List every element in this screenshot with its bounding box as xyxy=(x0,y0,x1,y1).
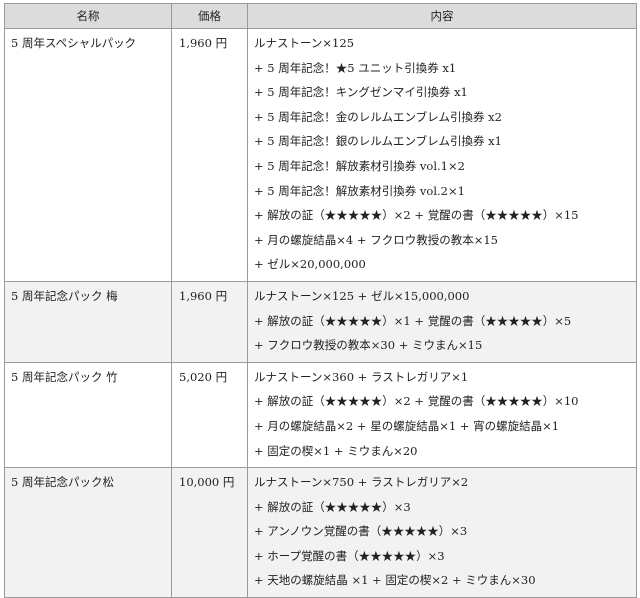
content-line: + ホープ覚醒の書（★★★★★）×3 xyxy=(254,548,445,563)
pack-name: 5 周年スペシャルパック xyxy=(4,28,172,282)
content-line: + 天地の螺旋結晶 ×1 + 固定の楔×2 + ミウまん×30 xyxy=(254,573,536,588)
content-line: + 5 周年記念！キングゼンマイ引換券 x1 xyxy=(254,85,468,100)
table-row: 5 周年スペシャルパック 1,960 円ルナストーン×125 + 5 周年記念！★5… xyxy=(4,28,637,282)
pack-content: ルナストーン×125 + 5 周年記念！★5 ユニット引換券 x1 + 5 周年記念… xyxy=(247,28,637,282)
content-line: + 5 周年記念！金のレルムエンブレム引換券 x2 xyxy=(254,109,502,124)
table-row: 5 周年記念パック 竹 5,020 円ルナストーン×360 + ラストレガリア×1… xyxy=(4,361,637,469)
content-line: + アンノウン覚醒の書（★★★★★）×3 xyxy=(254,524,468,539)
pack-table-container: 名称 価格 内容 5 周年スペシャルパック 1,960 円ルナストーン×125 + … xyxy=(4,3,637,598)
pack-price: 5,020 円 xyxy=(171,361,248,469)
content-line: + 解放の証（★★★★★）×1 + 覚醒の書（★★★★★）×5 xyxy=(254,313,572,328)
pack-name: 5 周年記念パック 梅 xyxy=(4,280,172,363)
content-line: + 解放の証（★★★★★）×3 xyxy=(254,499,411,514)
pack-content: ルナストーン×360 + ラストレガリア×1 + 解放の証（★★★★★）×2 + … xyxy=(247,361,637,469)
content-line: + 5 周年記念！解放素材引換券 vol.2×1 xyxy=(254,183,465,198)
content-line: + 5 周年記念！解放素材引換券 vol.1×2 xyxy=(254,158,465,173)
pack-table: 名称 価格 内容 5 周年スペシャルパック 1,960 円ルナストーン×125 + … xyxy=(4,3,637,598)
header-name: 名称 xyxy=(4,3,172,29)
content-line: ルナストーン×750 + ラストレガリア×2 xyxy=(254,475,469,490)
pack-name: 5 周年記念パック 竹 xyxy=(4,361,172,469)
content-line: + 月の螺旋結晶×4 + フクロウ教授の教本×15 xyxy=(254,232,498,247)
pack-price: 1,960 円 xyxy=(171,28,248,282)
content-line: + 月の螺旋結晶×2 + 星の螺旋結晶×1 + 宵の螺旋結晶×1 xyxy=(254,418,560,433)
pack-name: 5 周年記念パック松 xyxy=(4,467,172,598)
content-line: + 5 周年記念！銀のレルムエンブレム引換券 x1 xyxy=(254,134,502,149)
table-row: 5 周年記念パック松 10,000 円ルナストーン×750 + ラストレガリア×2… xyxy=(4,467,637,598)
header-row: 名称 価格 内容 xyxy=(4,3,637,29)
content-line: ルナストーン×360 + ラストレガリア×1 xyxy=(254,369,469,384)
content-line: + 解放の証（★★★★★）×2 + 覚醒の書（★★★★★）×15 xyxy=(254,208,579,223)
pack-price: 10,000 円 xyxy=(171,467,248,598)
pack-content: ルナストーン×125 + ゼル×15,000,000 + 解放の証（★★★★★）×… xyxy=(247,280,637,363)
pack-content: ルナストーン×750 + ラストレガリア×2 + 解放の証（★★★★★）×3 + ア… xyxy=(247,467,637,598)
content-line: ルナストーン×125 + ゼル×15,000,000 xyxy=(254,288,470,303)
table-row: 5 周年記念パック 梅 1,960 円ルナストーン×125 + ゼル×15,000… xyxy=(4,280,637,363)
content-line: + 5 周年記念！★5 ユニット引換券 x1 xyxy=(254,60,457,75)
content-line: + ゼル×20,000,000 xyxy=(254,257,366,272)
content-line: + 解放の証（★★★★★）×2 + 覚醒の書（★★★★★）×10 xyxy=(254,394,579,409)
content-line: + 固定の楔×1 + ミウまん×20 xyxy=(254,443,418,458)
header-content: 内容 xyxy=(247,3,637,29)
pack-price: 1,960 円 xyxy=(171,280,248,363)
content-line: + フクロウ教授の教本×30 + ミウまん×15 xyxy=(254,338,483,353)
header-price: 価格 xyxy=(171,3,248,29)
content-line: ルナストーン×125 xyxy=(254,36,355,50)
